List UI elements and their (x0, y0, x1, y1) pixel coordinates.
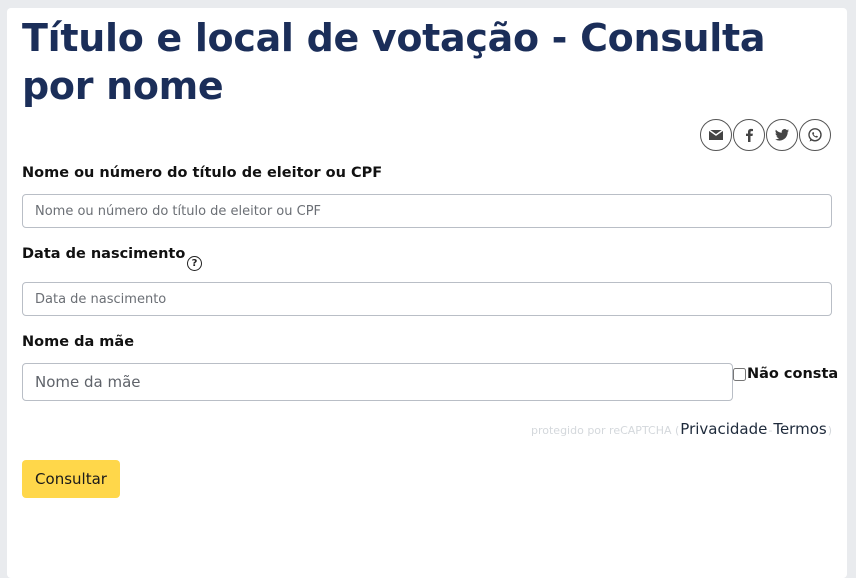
share-whatsapp-button[interactable] (799, 119, 831, 151)
recaptcha-close: ) (827, 424, 832, 437)
nao-consta-option[interactable]: Não consta (733, 366, 838, 382)
share-email-button[interactable] (700, 119, 732, 151)
page-title: Título e local de votação - Consulta por… (22, 16, 766, 108)
titulo-label: Nome ou número do título de eleitor ou C… (22, 165, 383, 181)
nao-consta-checkbox[interactable] (733, 367, 746, 381)
mae-input[interactable] (22, 363, 733, 401)
recaptcha-text: protegido por reCAPTCHA ( (531, 424, 680, 437)
share-twitter-button[interactable] (766, 119, 798, 151)
help-icon[interactable]: ? (187, 256, 202, 271)
recaptcha-notice: protegido por reCAPTCHA ( Privacidade - … (531, 420, 832, 438)
twitter-icon (775, 129, 789, 141)
share-facebook-button[interactable] (733, 119, 765, 151)
nao-consta-label: Não consta (747, 366, 839, 382)
nascimento-label: Data de nascimento (22, 246, 186, 262)
nascimento-input[interactable] (22, 282, 832, 316)
privacy-link[interactable]: Privacidade (680, 420, 767, 438)
whatsapp-icon (808, 128, 822, 142)
terms-link[interactable]: Termos (773, 420, 826, 438)
main-card: Título e local de votação - Consulta por… (7, 8, 847, 578)
envelope-icon (708, 129, 724, 140)
recaptcha-separator: - (768, 424, 773, 437)
facebook-icon (746, 128, 753, 142)
mae-label: Nome da mãe (22, 334, 135, 350)
share-buttons (700, 119, 831, 151)
consultar-button[interactable]: Consultar (22, 460, 120, 498)
titulo-input[interactable] (22, 194, 832, 228)
